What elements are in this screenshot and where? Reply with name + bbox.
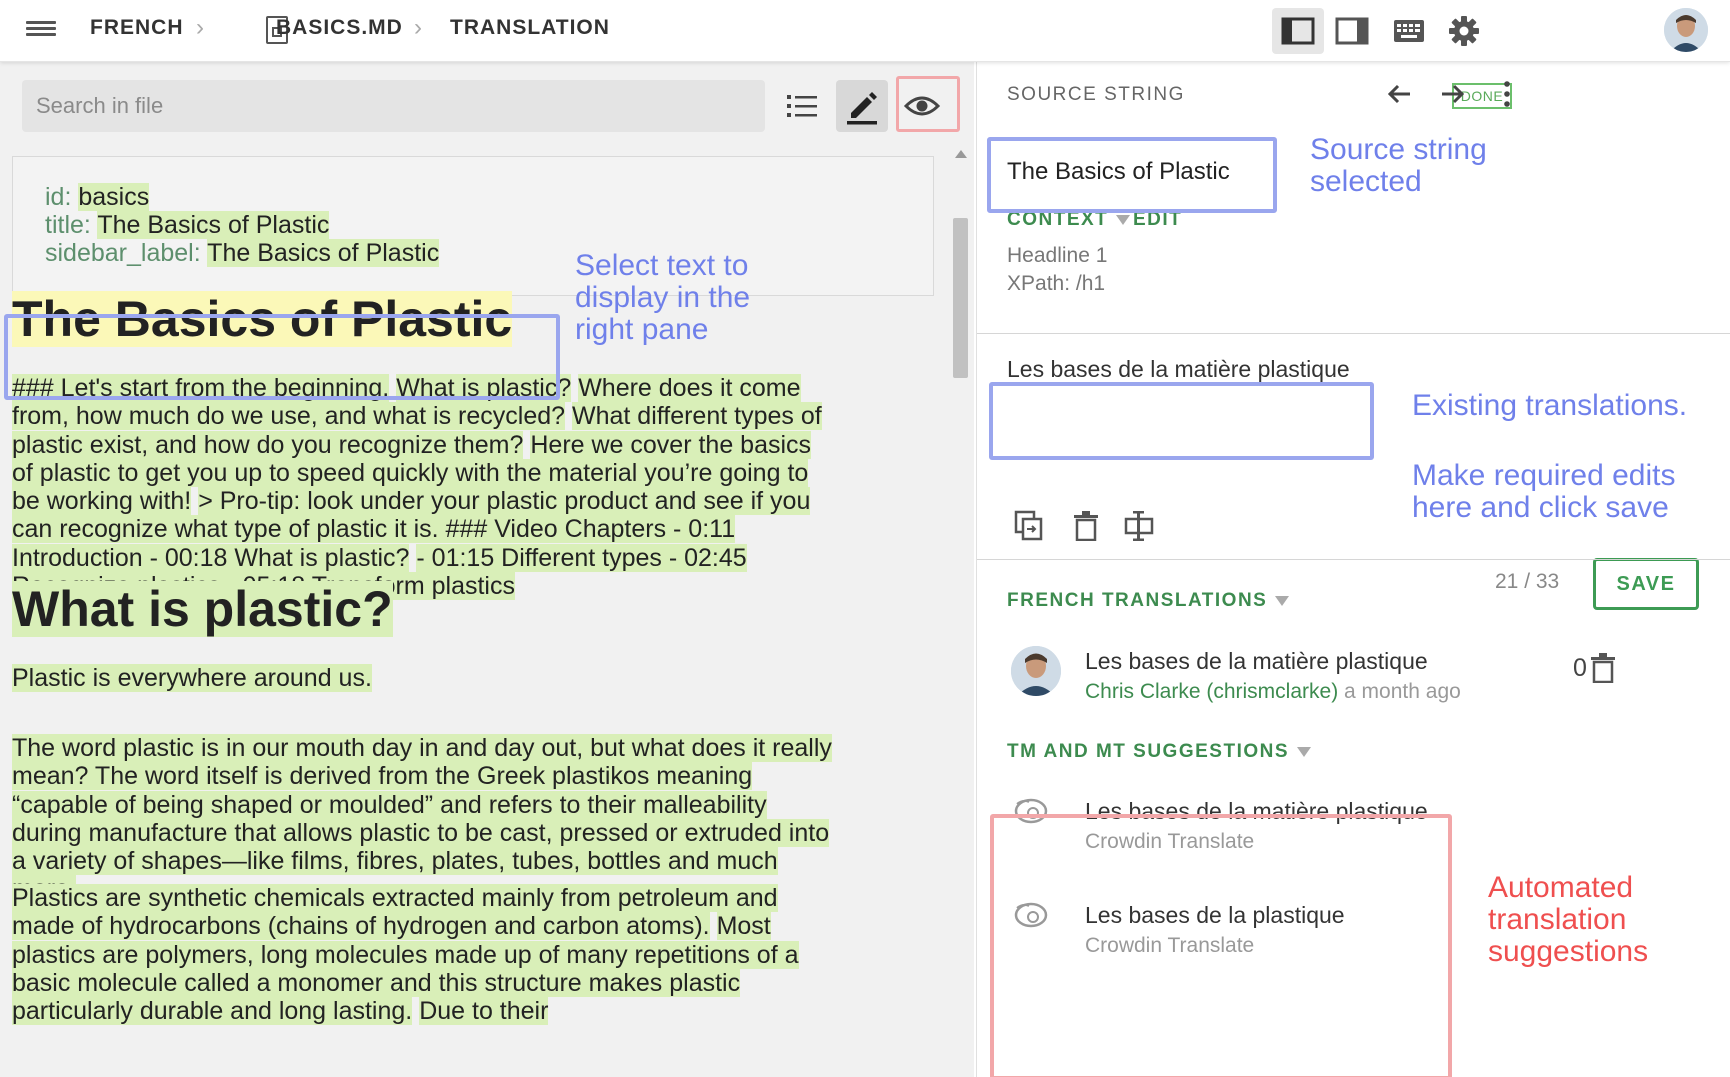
divider	[977, 333, 1730, 334]
context-label[interactable]: CONTEXT	[1007, 209, 1131, 231]
front-matter-key: sidebar_label:	[45, 239, 201, 267]
document-body: The Basics of Plastic	[12, 290, 937, 348]
suggestion-text[interactable]: Les bases de la plastique	[1085, 902, 1345, 929]
save-button[interactable]: SAVE	[1593, 558, 1699, 610]
suggestion-source: Crowdin Translate	[1085, 934, 1255, 957]
arrow-left-icon[interactable]	[1379, 74, 1419, 114]
doc-segment[interactable]: What is plastic?	[396, 374, 572, 402]
doc-segment[interactable]: Due to their	[419, 997, 549, 1026]
editor-pane: SOURCE STRING DONE The Basics of Plastic…	[976, 62, 1730, 1077]
search-input[interactable]	[22, 80, 765, 132]
translation-text: Les bases de la matière plastique	[1085, 648, 1428, 674]
gear-icon[interactable]	[1438, 8, 1490, 54]
user-avatar[interactable]	[1664, 8, 1708, 52]
eye-icon[interactable]	[896, 80, 948, 132]
doc-segment[interactable]: The word plastic is in our mouth day in …	[12, 734, 832, 904]
chevron-right-icon: ›	[196, 14, 204, 41]
context-line: Headline 1	[1007, 244, 1108, 267]
doc-heading-2-block: What is plastic?	[12, 580, 937, 638]
caret-down-icon	[1116, 214, 1131, 225]
caret-down-icon	[1297, 746, 1312, 757]
source-string-label: SOURCE STRING	[1007, 84, 1185, 105]
divider	[977, 559, 1730, 560]
breadcrumb-section[interactable]: TRANSLATION	[450, 16, 610, 40]
doc-heading-1[interactable]: The Basics of Plastic	[12, 291, 513, 347]
split-text-icon[interactable]	[1121, 506, 1161, 546]
arrow-right-icon[interactable]	[1433, 74, 1473, 114]
top-bar: FRENCH › BASICS.MD › TRANSLATION	[0, 0, 1730, 62]
more-vertical-icon[interactable]	[1487, 74, 1527, 114]
character-counter: 21 / 33	[1495, 570, 1560, 593]
scroll-up-arrow-icon[interactable]	[955, 150, 967, 158]
edit-context-link[interactable]: EDIT	[1133, 209, 1182, 231]
front-matter-key: title:	[45, 211, 91, 239]
machine-translation-icon	[1014, 798, 1048, 824]
front-matter-value[interactable]: The Basics of Plastic	[97, 211, 330, 239]
context-label-text: CONTEXT	[1007, 209, 1109, 230]
list-view-icon[interactable]	[776, 80, 828, 132]
layout-sidebar-left-icon[interactable]	[1272, 8, 1324, 54]
trash-icon[interactable]	[1066, 506, 1106, 546]
translation-input[interactable]: Les bases de la matière plastique	[1007, 356, 1350, 383]
suggestions-label[interactable]: TM AND MT SUGGESTIONS	[1007, 741, 1312, 763]
translation-time: a month ago	[1344, 680, 1461, 703]
suggestions-label-text: TM AND MT SUGGESTIONS	[1007, 741, 1290, 762]
trash-icon[interactable]	[1583, 648, 1623, 688]
doc-paragraph: ### Let's start from the beginning. What…	[12, 374, 837, 601]
doc-segment[interactable]: Plastic is everywhere around us.	[12, 664, 372, 692]
breadcrumb-project[interactable]: FRENCH	[90, 16, 184, 40]
keyboard-icon[interactable]	[1383, 8, 1435, 54]
front-matter-value[interactable]: basics	[78, 183, 150, 211]
context-line: XPath: /h1	[1007, 272, 1106, 295]
front-matter-value[interactable]: The Basics of Plastic	[207, 239, 440, 267]
author-link[interactable]: Chris Clarke (chrismclarke)	[1085, 680, 1338, 703]
french-translations-label-text: FRENCH TRANSLATIONS	[1007, 590, 1268, 611]
suggestion-text[interactable]: Les bases de la matière plastique	[1085, 798, 1428, 825]
doc-paragraph: The word plastic is in our mouth day in …	[12, 734, 837, 904]
hamburger-menu-icon[interactable]	[26, 18, 56, 44]
chevron-right-icon: ›	[414, 14, 422, 41]
breadcrumb-file[interactable]: BASICS.MD	[276, 16, 403, 40]
doc-segment[interactable]: ### Let's start from the beginning.	[12, 374, 390, 402]
pencil-edit-icon[interactable]	[836, 80, 888, 132]
french-translations-label[interactable]: FRENCH TRANSLATIONS	[1007, 590, 1290, 612]
doc-paragraph: Plastic is everywhere around us.	[12, 664, 937, 692]
translator-avatar	[1011, 646, 1061, 696]
scrollbar-thumb[interactable]	[953, 218, 968, 378]
copy-source-icon[interactable]	[1009, 506, 1049, 546]
layout-sidebar-right-icon[interactable]	[1326, 8, 1378, 54]
suggestion-source: Crowdin Translate	[1085, 830, 1255, 853]
doc-paragraph: Plastics are synthetic chemicals extract…	[12, 884, 842, 1026]
machine-translation-icon	[1014, 902, 1048, 928]
front-matter-block: id: basics title: The Basics of Plastic …	[12, 156, 934, 296]
caret-down-icon	[1275, 595, 1290, 606]
scrollbar[interactable]	[951, 150, 970, 1075]
doc-heading-2[interactable]: What is plastic?	[12, 581, 393, 637]
doc-segment[interactable]: Plastics are synthetic chemicals extract…	[12, 884, 778, 941]
front-matter-key: id:	[45, 183, 72, 211]
source-string-text: The Basics of Plastic	[1007, 158, 1230, 185]
document-preview-pane: id: basics title: The Basics of Plastic …	[0, 62, 974, 1077]
translation-author-line: Chris Clarke (chrismclarke) a month ago	[1085, 680, 1461, 704]
